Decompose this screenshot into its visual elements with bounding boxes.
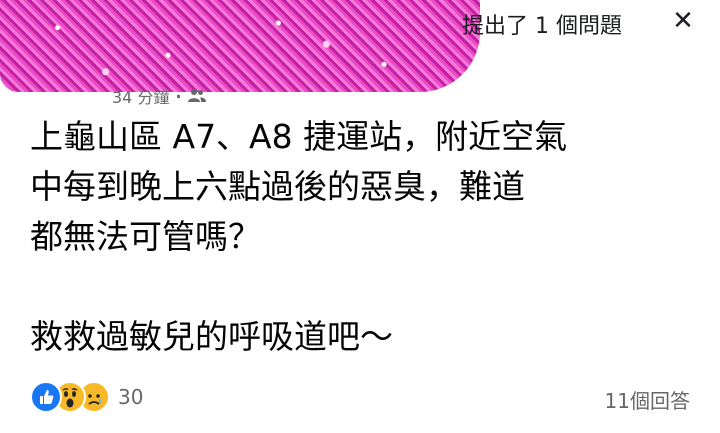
post-closing-line: 救救過敏兒的呼吸道吧～ bbox=[30, 317, 393, 356]
separator: · bbox=[175, 86, 182, 106]
reaction-summary[interactable]: 30 bbox=[30, 381, 143, 413]
post-line-2: 中每到晚上六點過後的惡臭，難道 bbox=[30, 167, 525, 206]
post-body: 上龜山區 A7、A8 捷運站，附近空氣 中每到晚上六點過後的惡臭，難道 都無法可… bbox=[30, 112, 700, 362]
friends-icon bbox=[187, 89, 206, 102]
post-title: 提出了 1 個問題 bbox=[462, 14, 622, 39]
redacted-profile-area bbox=[0, 0, 480, 92]
comment-count[interactable]: 11個回答 bbox=[605, 385, 690, 414]
post-line-3: 都無法可管嗎？ bbox=[30, 217, 261, 256]
post-line-1: 上龜山區 A7、A8 捷運站，附近空氣 bbox=[30, 117, 568, 156]
like-icon bbox=[30, 381, 62, 413]
post-header: 提出了 1 個問題 ✕ 34 分鐘 · bbox=[0, 0, 720, 108]
close-icon[interactable]: ✕ bbox=[668, 6, 698, 36]
timestamp[interactable]: 34 分鐘 bbox=[112, 84, 169, 108]
reaction-count: 30 bbox=[118, 385, 144, 409]
post-footer: 30 11個回答 bbox=[0, 375, 720, 419]
post-meta: 34 分鐘 · bbox=[112, 84, 206, 108]
